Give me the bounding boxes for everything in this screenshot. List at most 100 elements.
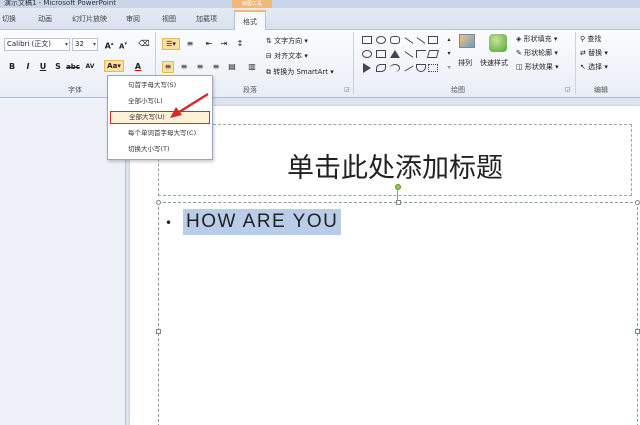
text-direction-button[interactable]: ⇅ 文字方向 ▾ — [266, 35, 308, 48]
textbox-shape-icon[interactable] — [428, 36, 438, 44]
resize-handle-top-right[interactable] — [635, 200, 640, 205]
bold-icon[interactable]: B — [6, 61, 18, 73]
text-direction-label: 文字方向 — [274, 37, 303, 45]
curve-shape-icon[interactable] — [404, 65, 414, 72]
replace-button[interactable]: ⇄ 替换 ▾ — [580, 47, 608, 60]
shape-effects-label: 形状效果 — [524, 63, 553, 71]
tab-format[interactable]: 格式 — [234, 10, 266, 30]
right-arrow-shape-icon[interactable] — [363, 63, 371, 73]
font-name-combo[interactable]: Calibri (正文) ▾ — [4, 38, 70, 51]
menu-item-toggle-case[interactable]: 切换大小写(T) — [110, 143, 210, 156]
paragraph-launcher-icon[interactable]: ◲ — [344, 86, 350, 93]
shape-fill-button[interactable]: ◈ 形状填充 ▾ — [516, 33, 557, 46]
text-direction-icon: ⇅ — [266, 37, 275, 45]
numbering-icon[interactable]: ≡ — [184, 38, 196, 50]
convert-smartart-label: 转换为 SmartArt — [273, 68, 329, 76]
shrink-font-icon[interactable]: A▾ — [117, 38, 129, 50]
resize-handle-top-left[interactable] — [156, 200, 161, 205]
resize-handle-left[interactable] — [156, 329, 161, 334]
shape-fill-label: 形状填充 — [523, 35, 552, 43]
pencil-icon: ✎ — [516, 49, 525, 57]
font-size-value: 32 — [75, 40, 84, 48]
bullet-icon: • — [165, 216, 173, 230]
char-spacing-icon[interactable]: AV — [84, 61, 96, 73]
parallelogram-shape-icon[interactable] — [426, 50, 440, 58]
line-shape-icon[interactable] — [404, 37, 414, 44]
arrange-icon — [459, 34, 475, 48]
arrow-line-shape-icon[interactable] — [416, 37, 426, 44]
font-group-label: 字体 — [68, 86, 82, 94]
select-label: 选择 — [588, 63, 603, 71]
shape-outline-label: 形状轮廓 — [524, 49, 553, 57]
corner-shape-icon[interactable] — [416, 50, 426, 58]
shape-effects-button[interactable]: ◫ 形状效果 ▾ — [516, 61, 559, 74]
slide-title[interactable]: 单击此处添加标题 — [159, 146, 631, 185]
italic-icon[interactable]: I — [22, 61, 34, 73]
underline-icon[interactable]: U — [37, 61, 49, 73]
cup-shape-icon[interactable] — [416, 64, 426, 72]
change-case-icon[interactable]: Aa▾ — [104, 60, 124, 72]
rounded-rect-shape-icon[interactable] — [390, 36, 400, 44]
tab-transitions[interactable]: 切换 — [2, 14, 16, 24]
group-divider — [575, 32, 576, 94]
strikethrough-icon[interactable]: abc — [66, 61, 80, 73]
square-shape-icon[interactable] — [376, 50, 386, 58]
shape-outline-button[interactable]: ✎ 形状轮廓 ▾ — [516, 47, 558, 60]
columns-icon[interactable]: ▥ — [246, 61, 258, 73]
align-center-icon[interactable]: ≡ — [178, 61, 190, 73]
content-placeholder[interactable]: • HOW ARE YOU — [156, 200, 640, 425]
selected-body-text[interactable]: HOW ARE YOU — [183, 209, 342, 235]
more-shapes-icon[interactable] — [428, 64, 438, 72]
tab-review[interactable]: 审阅 — [126, 14, 140, 24]
justify-icon[interactable]: ≡ — [210, 61, 222, 73]
select-button[interactable]: ↖ 选择 ▾ — [580, 61, 608, 74]
replace-label: 替换 — [588, 49, 603, 57]
window-title: 演示文稿1 - Microsoft PowerPoint — [4, 0, 117, 7]
resize-handle-top[interactable] — [396, 200, 401, 205]
increase-indent-icon[interactable]: ⇥ — [218, 38, 230, 50]
arrange-button[interactable]: 排列 — [454, 32, 480, 80]
arc-shape-icon[interactable] — [390, 64, 400, 72]
oval-shape-icon[interactable] — [376, 36, 386, 44]
convert-smartart-button[interactable]: ⧉ 转换为 SmartArt ▾ — [266, 66, 334, 79]
grow-font-icon[interactable]: A▴ — [103, 38, 115, 51]
chevron-down-icon: ▾ — [64, 41, 68, 48]
rectangle-shape-icon[interactable] — [362, 36, 372, 44]
context-tab-group: 绘图工具 — [232, 0, 272, 8]
leaf-shape-icon[interactable] — [376, 64, 386, 72]
quick-styles-button[interactable]: 快速样式 — [480, 32, 516, 80]
align-right-icon[interactable]: ≡ — [194, 61, 206, 73]
find-button[interactable]: ⚲ 查找 — [580, 33, 601, 46]
rotation-handle[interactable] — [395, 184, 401, 190]
paint-bucket-icon: ◈ — [516, 35, 524, 43]
tab-animations[interactable]: 动画 — [38, 14, 52, 24]
circle-shape-icon[interactable] — [362, 50, 372, 58]
quick-styles-icon — [489, 34, 507, 52]
shadow-icon[interactable]: S — [52, 61, 64, 73]
title-bar: 演示文稿1 - Microsoft PowerPoint 绘图工具 — [0, 0, 640, 8]
triangle-shape-icon[interactable] — [390, 50, 400, 58]
tab-view[interactable]: 视图 — [162, 14, 176, 24]
font-size-combo[interactable]: 32 ▾ — [72, 38, 98, 51]
font-color-icon[interactable]: A — [132, 61, 144, 73]
tab-addins[interactable]: 加载项 — [196, 14, 217, 24]
line-spacing-icon[interactable]: ↕ — [234, 38, 246, 50]
distribute-icon[interactable]: ▤ — [226, 61, 238, 73]
resize-handle-right[interactable] — [635, 329, 640, 334]
drawing-launcher-icon[interactable]: ◲ — [565, 86, 571, 93]
align-left-icon[interactable]: ≡ — [162, 61, 174, 73]
replace-icon: ⇄ — [580, 49, 589, 57]
drawing-group-label: 绘图 — [451, 86, 465, 94]
bullets-icon[interactable]: ☰▾ — [162, 38, 180, 50]
elbow-connector-shape-icon[interactable] — [404, 51, 414, 58]
clear-format-icon[interactable]: ⌫ — [138, 38, 150, 50]
ribbon-tabs: 切换 动画 幻灯片放映 审阅 视图 加载项 格式 — [0, 8, 640, 30]
ribbon: Calibri (正文) ▾ 32 ▾ A▴ A▾ ⌫ B I U S abc … — [0, 30, 640, 98]
menu-item-sentence-case[interactable]: 句首字母大写(S) — [110, 79, 210, 92]
menu-item-capitalize-each-word[interactable]: 每个单词首字母大写(C) — [110, 127, 210, 140]
decrease-indent-icon[interactable]: ⇤ — [203, 38, 215, 50]
effects-icon: ◫ — [516, 63, 525, 71]
tab-slideshow[interactable]: 幻灯片放映 — [72, 14, 107, 24]
align-text-button[interactable]: ⊟ 对齐文本 ▾ — [266, 50, 308, 63]
shapes-gallery[interactable] — [360, 34, 444, 78]
